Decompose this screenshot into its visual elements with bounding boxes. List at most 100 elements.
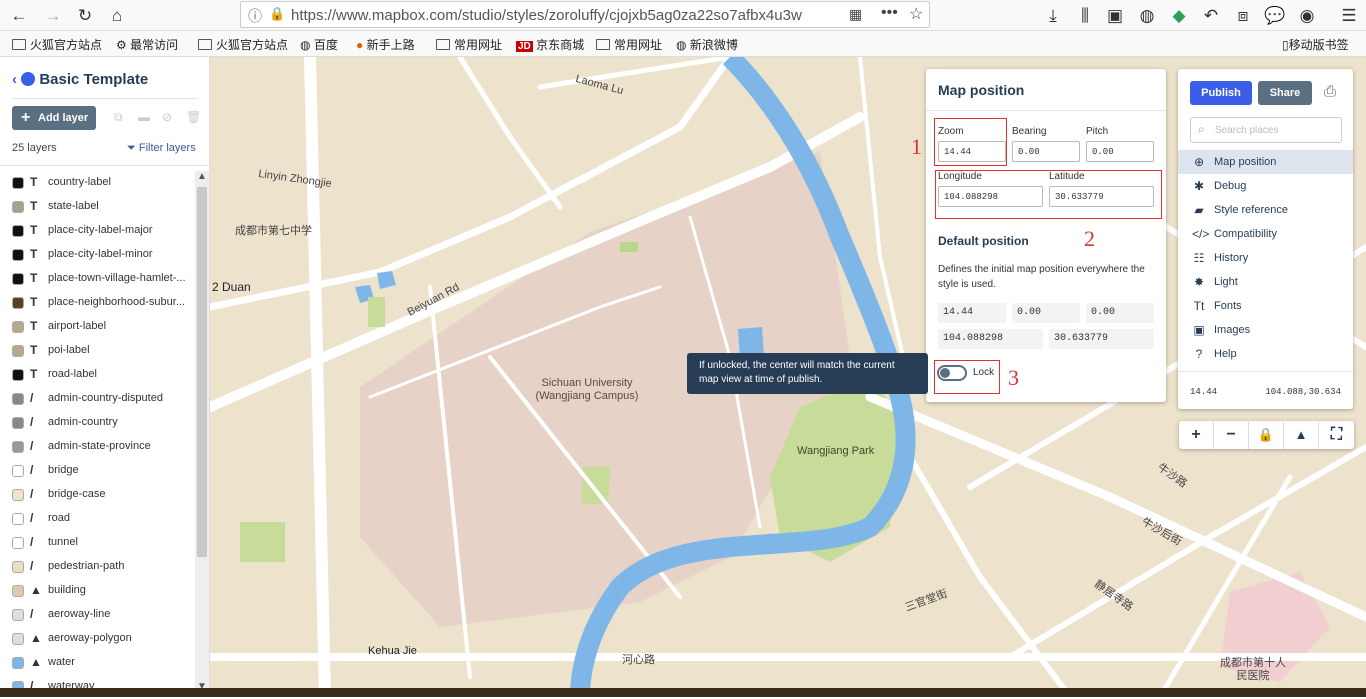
- duplicate-icon[interactable]: ⧉: [114, 110, 123, 125]
- folder-icon[interactable]: ▬: [138, 110, 150, 124]
- bookmark-item[interactable]: 常用网址: [596, 36, 662, 53]
- layer-item[interactable]: / admin-country-disputed: [0, 387, 195, 411]
- lock-icon[interactable]: 🔒: [1249, 421, 1284, 449]
- filter-layers-button[interactable]: ⏷ Filter layers: [127, 142, 196, 155]
- bearing-label: Bearing: [1012, 126, 1047, 137]
- globe-icon[interactable]: ◍: [1134, 3, 1160, 29]
- layer-item[interactable]: / pedestrian-path: [0, 555, 195, 579]
- layer-color-swatch: [12, 297, 24, 309]
- url-bar[interactable]: ⓘ 🔒 https://www.mapbox.com/studio/styles…: [240, 1, 930, 28]
- share-button[interactable]: Share: [1258, 81, 1312, 105]
- zoom-in-icon[interactable]: +: [1179, 421, 1214, 449]
- undo-icon[interactable]: ↶: [1198, 3, 1224, 29]
- menu-help[interactable]: ? Help: [1178, 342, 1353, 366]
- layer-color-swatch: [12, 369, 24, 381]
- filter-icon: ⏷: [127, 142, 139, 154]
- account-icon[interactable]: ◉: [1294, 3, 1320, 29]
- layer-scrollbar[interactable]: ▲ ▼: [195, 171, 209, 697]
- bookmark-item[interactable]: JD 京东商城: [516, 36, 584, 53]
- firefox-icon: ●: [356, 38, 367, 52]
- search-places-input[interactable]: ⌕ Search places: [1190, 117, 1342, 143]
- layer-item[interactable]: Tplace-city-label-major: [0, 219, 195, 243]
- zoom-out-icon[interactable]: −: [1214, 421, 1249, 449]
- sidebar-icon[interactable]: ▣: [1102, 3, 1128, 29]
- menu-debug[interactable]: ✱ Debug: [1178, 174, 1353, 198]
- layer-item[interactable]: Troad-label: [0, 363, 195, 387]
- layer-item[interactable]: / admin-state-province: [0, 435, 195, 459]
- annotation-number: 2: [1084, 226, 1095, 251]
- layer-name: bridge: [48, 464, 79, 476]
- north-arrow-icon[interactable]: ▲: [1284, 421, 1319, 449]
- layer-item[interactable]: ▲ building: [0, 579, 195, 603]
- bookmark-star-icon[interactable]: ☆: [909, 4, 923, 24]
- image-icon: ▣: [1193, 323, 1205, 337]
- menu-images[interactable]: ▣ Images: [1178, 318, 1353, 342]
- search-icon: ⌕: [1198, 122, 1205, 136]
- layer-color-swatch: [12, 657, 24, 669]
- back-chevron-icon[interactable]: ‹: [12, 71, 17, 88]
- crop-icon[interactable]: ⧈: [1230, 3, 1256, 29]
- layer-item[interactable]: Tstate-label: [0, 195, 195, 219]
- bearing-input[interactable]: 0.00: [1012, 141, 1080, 162]
- publish-button[interactable]: Publish: [1190, 81, 1252, 105]
- hide-icon[interactable]: ⊘: [162, 110, 172, 124]
- bookmark-item[interactable]: ⚙ 最常访问: [116, 36, 178, 53]
- layer-item[interactable]: Tplace-neighborhood-subur...: [0, 291, 195, 315]
- text-layer-icon: T: [30, 343, 38, 357]
- road: [304, 57, 331, 697]
- pitch-input[interactable]: 0.00: [1086, 141, 1154, 162]
- layer-color-swatch: [12, 321, 24, 333]
- chat-icon[interactable]: 💬: [1262, 3, 1288, 29]
- bookmark-item[interactable]: 火狐官方站点: [12, 36, 102, 53]
- bookmark-item[interactable]: ● 新手上路: [356, 36, 415, 53]
- menu-compatibility[interactable]: </> Compatibility: [1178, 222, 1353, 246]
- print-icon[interactable]: ⎙: [1324, 83, 1336, 100]
- bookmark-item[interactable]: 常用网址: [436, 36, 502, 53]
- layer-item[interactable]: / tunnel: [0, 531, 195, 555]
- layer-item[interactable]: Tairport-label: [0, 315, 195, 339]
- layer-item[interactable]: / bridge-case: [0, 483, 195, 507]
- add-layer-button[interactable]: + Add layer: [12, 106, 96, 130]
- library-icon[interactable]: ⫼: [1072, 3, 1098, 29]
- layer-item[interactable]: Tpoi-label: [0, 339, 195, 363]
- download-icon[interactable]: ⤓: [1040, 3, 1066, 29]
- bookmark-item[interactable]: ◍ 新浪微博: [676, 36, 738, 53]
- back-icon[interactable]: ←: [6, 3, 32, 29]
- style-title[interactable]: ‹ Basic Template: [12, 71, 148, 88]
- layer-item[interactable]: / bridge: [0, 459, 195, 483]
- forward-icon[interactable]: →: [40, 3, 66, 29]
- fullscreen-icon[interactable]: ⛶: [1319, 421, 1354, 449]
- layer-item[interactable]: / road: [0, 507, 195, 531]
- bookmark-item[interactable]: ◍ 百度: [300, 36, 338, 53]
- layer-name: water: [48, 656, 75, 668]
- home-icon[interactable]: ⌂: [104, 3, 130, 29]
- menu-icon[interactable]: ☰: [1336, 3, 1362, 29]
- extension-icon[interactable]: ◆: [1166, 3, 1192, 29]
- layer-item[interactable]: Tplace-city-label-minor: [0, 243, 195, 267]
- info-icon[interactable]: ⓘ: [248, 6, 262, 26]
- menu-light[interactable]: ✸ Light: [1178, 270, 1353, 294]
- layer-item[interactable]: / admin-country: [0, 411, 195, 435]
- bookmark-item[interactable]: 火狐官方站点: [198, 36, 288, 53]
- url-text[interactable]: https://www.mapbox.com/studio/styles/zor…: [291, 7, 831, 24]
- menu-style-reference[interactable]: ▰ Style reference: [1178, 198, 1353, 222]
- scroll-up-icon[interactable]: ▲: [197, 171, 207, 182]
- layer-item[interactable]: Tplace-town-village-hamlet-...: [0, 267, 195, 291]
- qr-code-icon[interactable]: ▦: [849, 6, 862, 23]
- trash-icon[interactable]: 🗑: [186, 110, 201, 124]
- layer-item[interactable]: ▲ water: [0, 651, 195, 675]
- menu-fonts[interactable]: Tt Fonts: [1178, 294, 1353, 318]
- menu-history[interactable]: ☷ History: [1178, 246, 1353, 270]
- default-pitch: 0.00: [1086, 303, 1154, 323]
- font-icon: Tt: [1193, 299, 1205, 313]
- menu-map-position[interactable]: ⊕ Map position: [1178, 150, 1353, 174]
- scroll-thumb[interactable]: [197, 187, 207, 557]
- layer-item[interactable]: ▲ aeroway-polygon: [0, 627, 195, 651]
- line-layer-icon: /: [30, 559, 34, 573]
- mobile-bookmarks[interactable]: ▯移动版书签: [1282, 36, 1349, 53]
- road: [537, 57, 733, 90]
- layer-item[interactable]: / aeroway-line: [0, 603, 195, 627]
- reload-icon[interactable]: ↻: [72, 3, 98, 29]
- more-icon[interactable]: •••: [881, 4, 898, 22]
- layer-item[interactable]: Tcountry-label: [0, 171, 195, 195]
